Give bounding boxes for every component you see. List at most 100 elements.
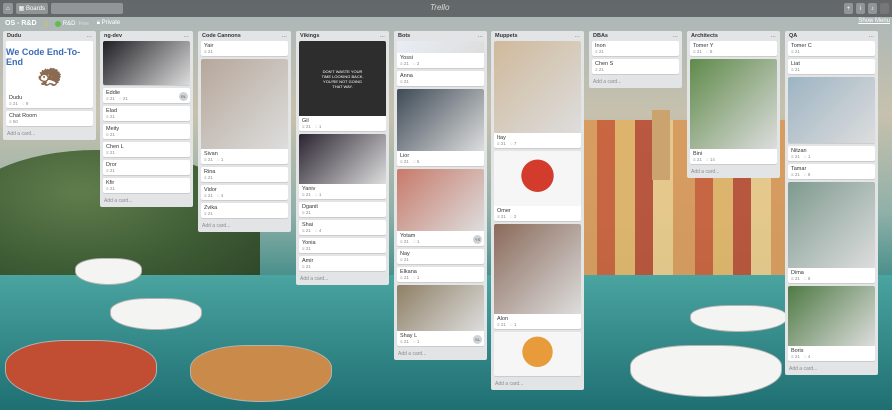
card[interactable]: Kfir ≡ 21 bbox=[103, 178, 190, 193]
card[interactable]: Tomer Y ≡ 21 ◌ 5 bbox=[690, 41, 777, 56]
list-menu-icon[interactable]: … bbox=[869, 33, 875, 39]
card[interactable]: Yair ≡ 21 bbox=[201, 41, 288, 56]
card[interactable]: Alon ≡ 21 ◌ 1 bbox=[494, 224, 581, 329]
card[interactable]: Shay L ≡ 21 ◌ 1 SL bbox=[397, 285, 484, 346]
board-title[interactable]: OS - R&D bbox=[5, 20, 37, 27]
card[interactable]: Meity ≡ 21 bbox=[103, 124, 190, 139]
card[interactable]: Rina ≡ 21 bbox=[201, 167, 288, 182]
list-header[interactable]: Architects … bbox=[687, 31, 780, 41]
add-card-link[interactable]: Add a card... bbox=[296, 274, 389, 285]
card[interactable]: Inon ≡ 21 bbox=[592, 41, 679, 56]
card-badges: ≡ 21 ◌ 14 bbox=[690, 157, 777, 164]
card[interactable]: Vidor ≡ 21 ◌ 4 bbox=[201, 185, 288, 200]
card[interactable]: Yonia ≡ 21 bbox=[299, 238, 386, 253]
list-name[interactable]: DBAs bbox=[593, 33, 608, 39]
add-card-link[interactable]: Add a card... bbox=[589, 77, 682, 88]
avatar[interactable] bbox=[880, 3, 889, 14]
list-name[interactable]: Muppets bbox=[495, 33, 518, 39]
card-title: Dudu bbox=[9, 95, 23, 101]
list-menu-icon[interactable]: … bbox=[673, 33, 679, 39]
info-button[interactable]: i bbox=[856, 3, 865, 14]
card[interactable]: Omer ≡ 21 ◌ 2 bbox=[494, 151, 581, 221]
list-menu-icon[interactable]: … bbox=[575, 33, 581, 39]
card[interactable]: Nay ≡ 21 bbox=[397, 249, 484, 264]
card[interactable]: Eddie ≡ 21 ◌ 21 RL bbox=[103, 88, 190, 103]
card[interactable]: Itay ≡ 21 ◌ 7 bbox=[494, 41, 581, 148]
add-card-link[interactable]: Add a card... bbox=[100, 196, 193, 207]
list-name[interactable]: ng-dev bbox=[104, 33, 122, 39]
add-card-link[interactable]: Add a card... bbox=[491, 379, 584, 390]
card[interactable]: DON'T WASTE YOUR TIME LOOKING BACK. YOU'… bbox=[299, 41, 386, 131]
card[interactable]: Shai ≡ 21 ◌ 4 bbox=[299, 220, 386, 235]
card[interactable]: Chat Room ≡ 50 bbox=[6, 111, 93, 126]
badge-count: 50 bbox=[12, 119, 18, 124]
card[interactable]: Tamar ≡ 21 ◌ 8 bbox=[788, 164, 875, 179]
list-name[interactable]: Architects bbox=[691, 33, 718, 39]
card[interactable]: Nitzan ≡ 21 ◌ 1 bbox=[788, 146, 875, 161]
card-cover-image bbox=[397, 285, 484, 331]
list-menu-icon[interactable]: … bbox=[478, 33, 484, 39]
notifications-button[interactable]: ♪ bbox=[868, 3, 877, 14]
list-header[interactable]: Bots … bbox=[394, 31, 487, 41]
card[interactable]: Bini ≡ 21 ◌ 14 bbox=[690, 59, 777, 164]
card[interactable]: Tomer C ≡ 21 bbox=[788, 41, 875, 56]
card[interactable]: Dror ≡ 21 bbox=[103, 160, 190, 175]
card[interactable]: Sivan ≡ 21 ◌ 1 bbox=[201, 59, 288, 164]
card[interactable]: Elad ≡ 21 bbox=[103, 106, 190, 121]
list-header[interactable]: Muppets … bbox=[491, 31, 584, 41]
visibility-button[interactable]: 🔒︎ Private bbox=[97, 20, 121, 27]
list-header[interactable]: Code Cannons … bbox=[198, 31, 291, 41]
card[interactable]: Lior ≡ 21 ◌ 5 bbox=[397, 89, 484, 166]
list-menu-icon[interactable]: … bbox=[87, 33, 93, 39]
list-name[interactable]: Dudu bbox=[7, 33, 21, 39]
badge-count: 1 bbox=[220, 157, 224, 162]
add-button[interactable]: + bbox=[844, 3, 853, 14]
list-header[interactable]: ng-dev … bbox=[100, 31, 193, 41]
member-avatar[interactable]: SL bbox=[473, 335, 482, 344]
list-menu-icon[interactable]: … bbox=[184, 33, 190, 39]
list-header[interactable]: QA … bbox=[785, 31, 878, 41]
add-card-link[interactable]: Add a card... bbox=[785, 364, 878, 375]
card[interactable]: Boris ≡ 21 ◌ 4 bbox=[788, 286, 875, 361]
add-card-link[interactable]: Add a card... bbox=[687, 167, 780, 178]
list-name[interactable]: QA bbox=[789, 33, 797, 39]
card[interactable]: Dima ≡ 21 ◌ 8 bbox=[788, 182, 875, 283]
list-header[interactable]: DBAs … bbox=[589, 31, 682, 41]
list-menu-icon[interactable]: … bbox=[282, 33, 288, 39]
boards-button[interactable]: ▦ Boards bbox=[15, 3, 48, 14]
list-header[interactable]: Dudu … bbox=[3, 31, 96, 41]
show-menu-link[interactable]: Show Menu bbox=[858, 18, 890, 24]
list-menu-icon[interactable]: … bbox=[771, 33, 777, 39]
comments-badge: ◌ 1 bbox=[315, 124, 321, 129]
list-name[interactable]: Vikings bbox=[300, 33, 319, 39]
card[interactable]: Yotam ≡ 21 ◌ 1 YS bbox=[397, 169, 484, 246]
card[interactable]: Chen S ≡ 21 bbox=[592, 59, 679, 74]
card-title: Eddie bbox=[106, 90, 121, 96]
add-card-link[interactable]: Add a card... bbox=[198, 221, 291, 232]
card[interactable]: Yaniv ≡ 21 ◌ 1 bbox=[299, 134, 386, 199]
list-menu-icon[interactable]: … bbox=[380, 33, 386, 39]
card[interactable] bbox=[103, 41, 190, 85]
list-name[interactable]: Bots bbox=[398, 33, 410, 39]
card[interactable]: Dganit ≡ 21 bbox=[299, 202, 386, 217]
member-avatar[interactable]: YS bbox=[473, 235, 482, 244]
team-button[interactable]: R&D Free bbox=[54, 20, 89, 27]
list-name[interactable]: Code Cannons bbox=[202, 33, 241, 39]
card[interactable] bbox=[494, 332, 581, 376]
card[interactable]: Zvika ≡ 21 bbox=[201, 203, 288, 218]
add-card-link[interactable]: Add a card... bbox=[3, 129, 96, 140]
list-header[interactable]: Vikings … bbox=[296, 31, 389, 41]
card[interactable]: We Code End-To-End 🦔︎ Dudu ≡ 21 ◌ 9 bbox=[6, 41, 93, 108]
star-icon[interactable]: ☆ bbox=[43, 20, 49, 28]
home-button[interactable]: ⌂ bbox=[3, 3, 13, 14]
card[interactable]: Elkana ≡ 21 ◌ 1 bbox=[397, 267, 484, 282]
member-avatar[interactable]: RL bbox=[179, 92, 188, 101]
add-card-link[interactable]: Add a card... bbox=[394, 349, 487, 360]
card[interactable]: Chen L ≡ 21 bbox=[103, 142, 190, 157]
card[interactable] bbox=[788, 77, 875, 143]
card[interactable]: Amir ≡ 21 bbox=[299, 256, 386, 271]
card[interactable]: Anna ≡ 21 bbox=[397, 71, 484, 86]
card[interactable]: Yossi ≡ 21 ◌ 2 bbox=[397, 41, 484, 68]
card[interactable]: Liat ≡ 21 bbox=[788, 59, 875, 74]
search-input[interactable] bbox=[50, 3, 123, 14]
